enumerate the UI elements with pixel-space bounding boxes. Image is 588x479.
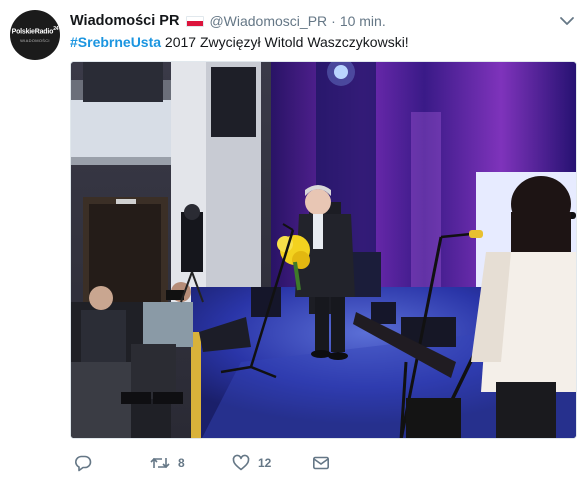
envelope-icon[interactable]	[312, 454, 330, 472]
tweet-header: Wiadomości PR @Wiadomosci_PR · 10 min.	[70, 11, 386, 31]
retweet-button[interactable]: 8	[150, 452, 185, 474]
display-name[interactable]: Wiadomości PR	[70, 13, 179, 29]
avatar-logo-text: PolskieRadio	[11, 28, 54, 36]
avatar[interactable]: PolskieRadio24 WIADOMOŚCI	[10, 10, 60, 60]
stage-photo	[71, 62, 576, 438]
tweet-body: 2017 Zwycięzył Witold Waszczykowski!	[161, 34, 409, 50]
retweet-count: 8	[178, 456, 185, 470]
reply-icon[interactable]	[74, 454, 92, 472]
user-handle[interactable]: @Wiadomosci_PR	[209, 13, 327, 29]
avatar-logo-badge: 24	[53, 26, 59, 33]
hashtag-link[interactable]: #SrebrneUsta	[70, 34, 161, 50]
tweet-actions: 8 12	[70, 452, 370, 474]
separator-dot: ·	[331, 13, 336, 29]
direct-message-button[interactable]	[312, 452, 330, 474]
reply-button[interactable]	[74, 452, 100, 474]
tweet[interactable]: PolskieRadio24 WIADOMOŚCI Wiadomości PR …	[0, 0, 588, 479]
avatar-logo: PolskieRadio24 WIADOMOŚCI	[12, 25, 59, 44]
like-button[interactable]: 12	[232, 452, 271, 474]
poland-flag-icon	[186, 15, 205, 27]
tweet-photo[interactable]	[70, 61, 577, 439]
chevron-down-icon[interactable]	[559, 14, 575, 26]
tweet-text: #SrebrneUsta 2017 Zwycięzył Witold Waszc…	[70, 33, 409, 51]
retweet-icon[interactable]	[150, 454, 170, 472]
heart-icon[interactable]	[232, 454, 250, 472]
avatar-logo-sub: WIADOMOŚCI	[20, 37, 50, 43]
like-count: 12	[258, 456, 272, 470]
timestamp[interactable]: 10 min.	[340, 13, 386, 29]
